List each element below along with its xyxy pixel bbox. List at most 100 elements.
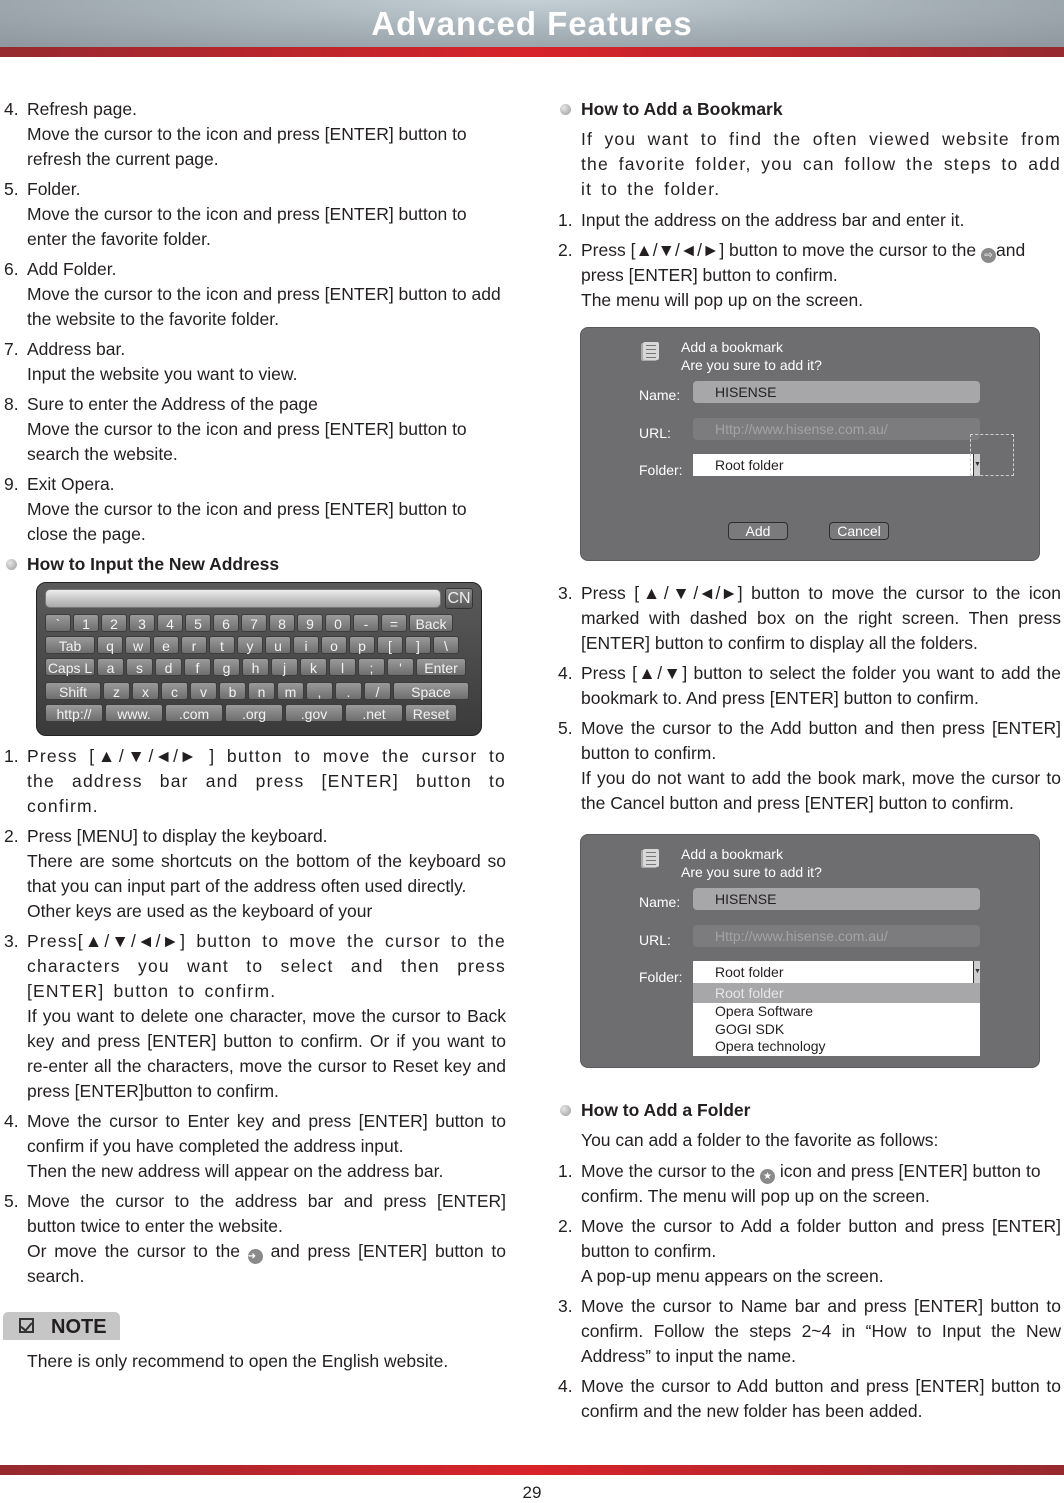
folder-option[interactable]: Opera technology (693, 1038, 980, 1056)
key[interactable]: ] (405, 636, 431, 654)
key[interactable]: n (248, 682, 275, 700)
folder-select[interactable]: Root folder ▼ (693, 454, 981, 476)
item-number: 7. (4, 339, 19, 359)
key[interactable]: = (381, 614, 407, 632)
list-item: 2. Press [MENU] to display the keyboard. T… (4, 824, 506, 924)
folder-select[interactable]: Root folder ▼ (693, 961, 981, 983)
key[interactable]: http:// (45, 704, 103, 722)
key[interactable]: Back (409, 614, 453, 632)
key[interactable]: www. (105, 704, 163, 722)
key[interactable]: d (155, 658, 182, 676)
key[interactable]: j (271, 658, 298, 676)
add-bookmark-dialog-expanded: Add a bookmark Are you sure to add it? N… (580, 834, 1040, 1068)
key-cn[interactable]: CN (445, 588, 473, 609)
key[interactable]: 7 (241, 614, 267, 632)
key[interactable]: v (190, 682, 217, 700)
key[interactable]: u (265, 636, 291, 654)
key[interactable]: Space (393, 682, 469, 700)
key[interactable]: 2 (101, 614, 127, 632)
cancel-button[interactable]: Cancel (829, 522, 889, 540)
key[interactable]: 9 (297, 614, 323, 632)
key[interactable]: .org (225, 704, 283, 722)
key[interactable]: / (364, 682, 391, 700)
key[interactable]: \ (433, 636, 459, 654)
key[interactable]: l (329, 658, 356, 676)
key[interactable]: Caps L (45, 658, 95, 676)
key[interactable]: b (219, 682, 246, 700)
item-title: Address bar. (27, 339, 126, 359)
key[interactable]: . (335, 682, 362, 700)
step-text: There are some shortcuts on the bottom o… (27, 851, 506, 896)
key[interactable]: ' (387, 658, 414, 676)
key[interactable]: y (237, 636, 263, 654)
add-button[interactable]: Add (728, 522, 788, 540)
dropdown-arrow-icon[interactable]: ▼ (973, 961, 981, 983)
key[interactable]: Enter (416, 658, 466, 676)
key[interactable]: Reset (405, 704, 457, 722)
key[interactable]: a (97, 658, 124, 676)
url-field[interactable]: Http://www.hisense.com.au/ (693, 418, 980, 440)
key[interactable]: s (126, 658, 153, 676)
step-number: 4. (4, 1111, 19, 1131)
key[interactable]: i (293, 636, 319, 654)
key[interactable]: e (153, 636, 179, 654)
key[interactable]: z (103, 682, 130, 700)
key[interactable]: h (242, 658, 269, 676)
key[interactable]: t (209, 636, 235, 654)
name-field[interactable]: HISENSE (693, 888, 980, 910)
go-arrow-icon: ➜ (247, 1249, 263, 1264)
bullet-icon (6, 559, 17, 570)
key[interactable]: 4 (157, 614, 183, 632)
key[interactable]: c (161, 682, 188, 700)
key[interactable]: f (184, 658, 211, 676)
folder-option[interactable]: Opera Software (693, 1003, 980, 1021)
key[interactable]: Tab (45, 636, 95, 654)
step-number: 3. (558, 583, 573, 603)
item-number: 8. (4, 394, 19, 414)
key[interactable]: 1 (73, 614, 99, 632)
note-text: There is only recommend to open the Engl… (27, 1351, 449, 1371)
key[interactable]: m (277, 682, 304, 700)
address-input[interactable] (45, 589, 441, 608)
step-number: 5. (4, 1191, 19, 1211)
step-text: Move the cursor to Enter key and press [… (27, 1111, 506, 1156)
key[interactable]: ` (45, 614, 71, 632)
step-text: Move the cursor to Name bar and press [E… (581, 1296, 1061, 1366)
folder-option[interactable]: Root folder (693, 983, 980, 1003)
key[interactable]: g (213, 658, 240, 676)
key[interactable]: w (125, 636, 151, 654)
item-body: Move the cursor to the icon and press [E… (27, 499, 467, 544)
key[interactable]: k (300, 658, 327, 676)
key[interactable]: .gov (285, 704, 343, 722)
item-number: 4. (4, 99, 19, 119)
item-body: Move the cursor to the icon and press [E… (27, 124, 467, 169)
key[interactable]: r (181, 636, 207, 654)
key[interactable]: 8 (269, 614, 295, 632)
key[interactable]: o (321, 636, 347, 654)
key[interactable]: .com (165, 704, 223, 722)
list-item: 5. Move the cursor to the Add button and … (558, 716, 1061, 816)
folder-option[interactable]: GOGI SDK (693, 1021, 980, 1039)
key[interactable]: 6 (213, 614, 239, 632)
key[interactable]: [ (377, 636, 403, 654)
step-text: Press [▲/▼/◄/► ] button to move the curs… (27, 746, 506, 816)
key[interactable]: q (97, 636, 123, 654)
key[interactable]: Shift (45, 682, 101, 700)
key[interactable]: 5 (185, 614, 211, 632)
name-field[interactable]: HISENSE (693, 381, 980, 403)
key[interactable]: ; (358, 658, 385, 676)
key[interactable]: p (349, 636, 375, 654)
step-number: 5. (558, 718, 573, 738)
document-icon (643, 849, 659, 867)
list-item: 4. Press [▲/▼] button to select the folde… (558, 661, 1061, 711)
section-add-bookmark: How to Add a Bookmark (558, 97, 1061, 122)
key[interactable]: 3 (129, 614, 155, 632)
folder-options-list: Root folder Opera Software GOGI SDK Opera t… (693, 983, 980, 1056)
key[interactable]: , (306, 682, 333, 700)
key[interactable]: 0 (325, 614, 351, 632)
key[interactable]: - (353, 614, 379, 632)
key[interactable]: x (132, 682, 159, 700)
url-field[interactable]: Http://www.hisense.com.au/ (693, 925, 980, 947)
step-number: 1. (4, 746, 19, 766)
key[interactable]: .net (345, 704, 403, 722)
